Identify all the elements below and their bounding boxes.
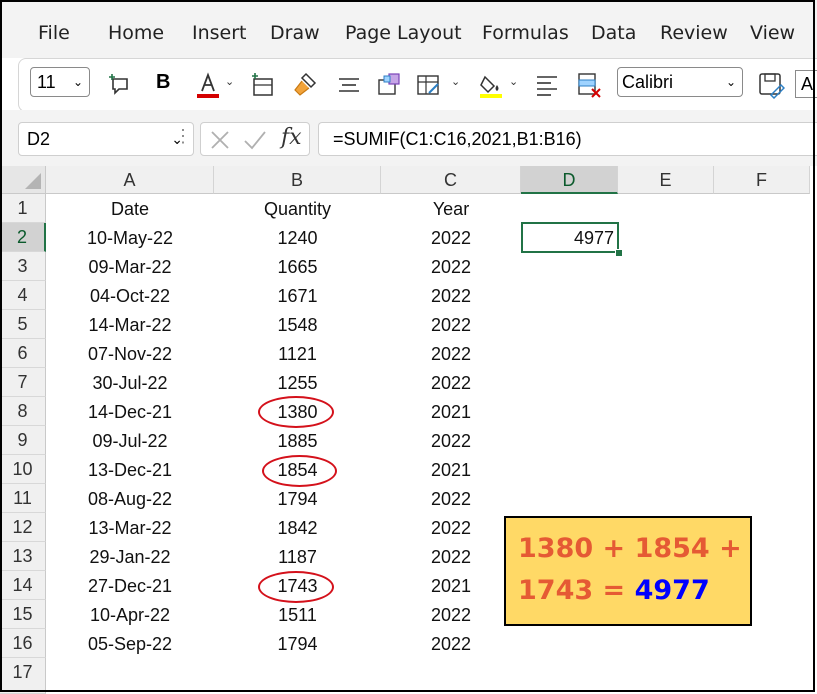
image-border <box>0 0 815 692</box>
